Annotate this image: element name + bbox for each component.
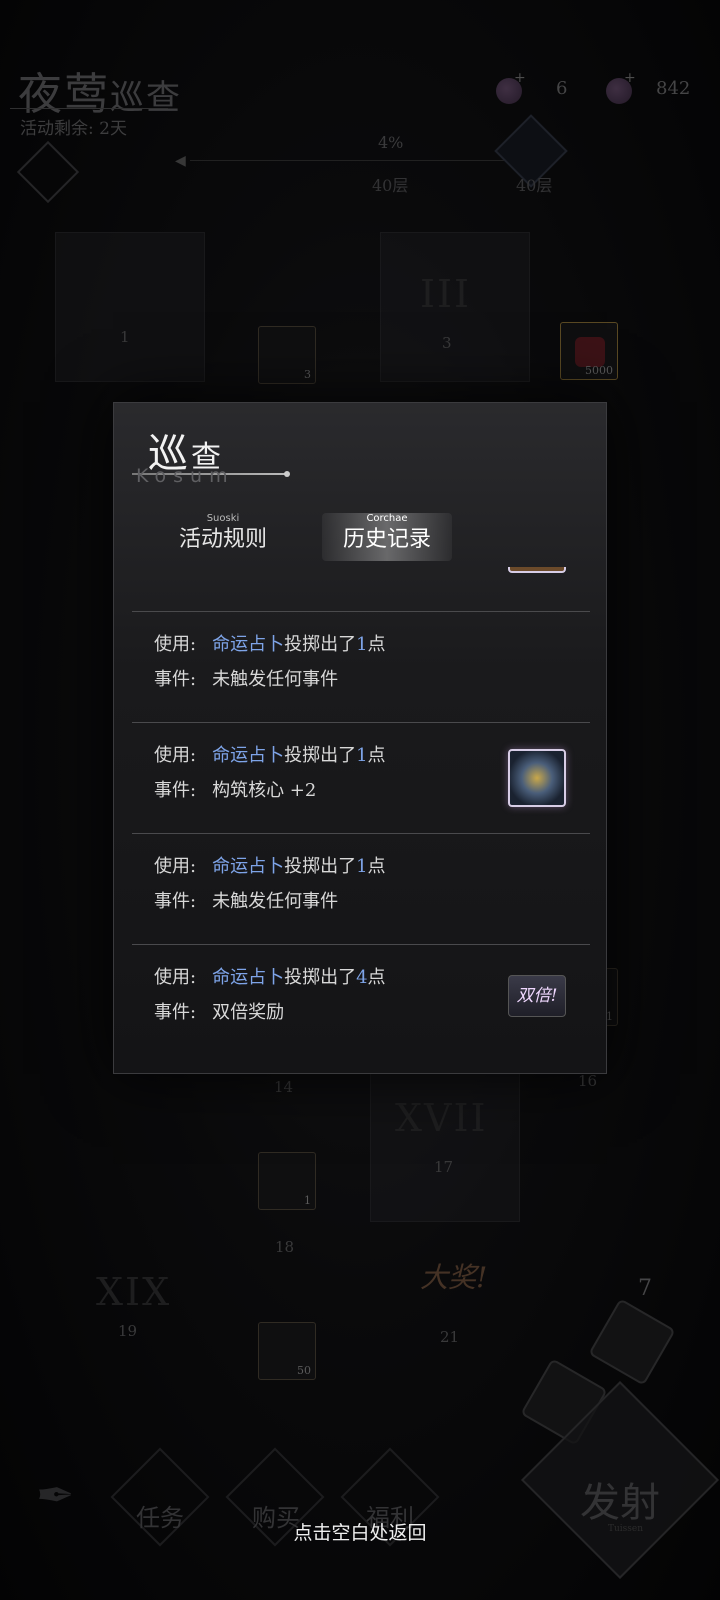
patrol-dialog: 巡查 Kosum Suoski 活动规则 Corchae 历史记录 使用: 命运占… [113,402,607,1074]
tile-roman-numeral: XIX [96,1270,172,1314]
record-use-line: 使用: 命运占卜投掷出了1点 [154,745,386,766]
tile-number: 1 [120,328,130,346]
progress-bar [190,160,510,161]
record-use-line: 使用: 命运占卜投掷出了4点 [154,967,386,988]
core-icon[interactable] [508,749,566,807]
tile-number: 17 [434,1158,454,1176]
record-event-line: 事件: 双倍奖励 [154,1002,285,1023]
event-title: 夜莺巡查 [18,69,182,120]
currency-count-1: 6 [556,78,568,99]
list-item: 使用: 命运占卜投掷出了1点 事件: 未触发任何事件 [132,833,590,945]
list-item: 使用: 命运占卜投掷出了1点 事件: 未触发任何事件 [132,611,590,723]
tile-number: 18 [275,1238,295,1256]
tap-to-return-hint: 点击空白处返回 [293,1522,427,1544]
tab-rules-en: Suoski [206,513,240,524]
currency-count-2: 842 [656,78,691,99]
list-item: 使用: 命运占卜投掷出了4点 事件: 双倍奖励 双倍! [132,944,590,1037]
dice-icon [588,1298,676,1386]
reward-layer-label: 40层 [516,176,553,195]
record-use-line: 使用: 命运占卜投掷出了1点 [154,856,386,877]
title-underline [10,108,168,109]
progress-arrow-icon: ◀ [175,153,186,169]
list-item [132,567,590,609]
tile-roman-numeral: XVII [395,1096,488,1140]
big-prize-label: 大奖! [420,1261,488,1294]
board-item-ruby: 5000 [560,322,618,380]
title-divider-dot [284,471,290,477]
tile-roman-numeral: III [420,272,472,316]
list-item: 使用: 命运占卜投掷出了1点 事件: 构筑核心 +2 [132,722,590,834]
tile-number: 14 [274,1078,294,1096]
tile-number: 19 [118,1322,138,1340]
add-crystal-icon[interactable]: + [624,70,636,86]
add-currency-icon[interactable]: + [514,70,526,86]
board-item-potion: 3 [258,326,316,384]
dice-count: 7 [638,1276,652,1301]
board-item-dice: 1 [258,1152,316,1210]
reward-icon [508,567,566,573]
record-event-line: 事件: 未触发任何事件 [154,891,339,912]
feather-icon: ✒ [36,1468,75,1522]
tile-number: 3 [442,334,452,352]
record-event-line: 事件: 构筑核心 +2 [154,780,317,801]
tile-number: 16 [578,1072,598,1090]
tile-number: 21 [440,1328,460,1346]
board-item-orb: 50 [258,1322,316,1380]
record-use-line: 使用: 命运占卜投掷出了1点 [154,634,386,655]
double-icon[interactable]: 双倍! [508,975,566,1017]
history-list[interactable]: 使用: 命运占卜投掷出了1点 事件: 未触发任何事件 使用: 命运占卜投掷出了1点 事… [132,567,590,1037]
board-tile [370,1072,520,1222]
event-remaining-time: 活动剩余: 2天 [20,119,127,139]
board-tile [55,232,205,382]
progress-start-icon [16,140,80,204]
dialog-subtitle: Kosum [136,465,235,487]
tab-rules[interactable]: Suoski 活动规则 [158,513,288,561]
progress-layer-label: 40层 [372,176,409,195]
tab-rules-label: 活动规则 [178,527,267,552]
tab-history[interactable]: Corchae 历史记录 [322,513,452,561]
progress-percent: 4% [378,133,404,152]
tab-history-label: 历史记录 [342,527,431,552]
tab-history-en: Corchae [366,513,408,524]
record-event-line: 事件: 未触发任何事件 [154,669,339,690]
